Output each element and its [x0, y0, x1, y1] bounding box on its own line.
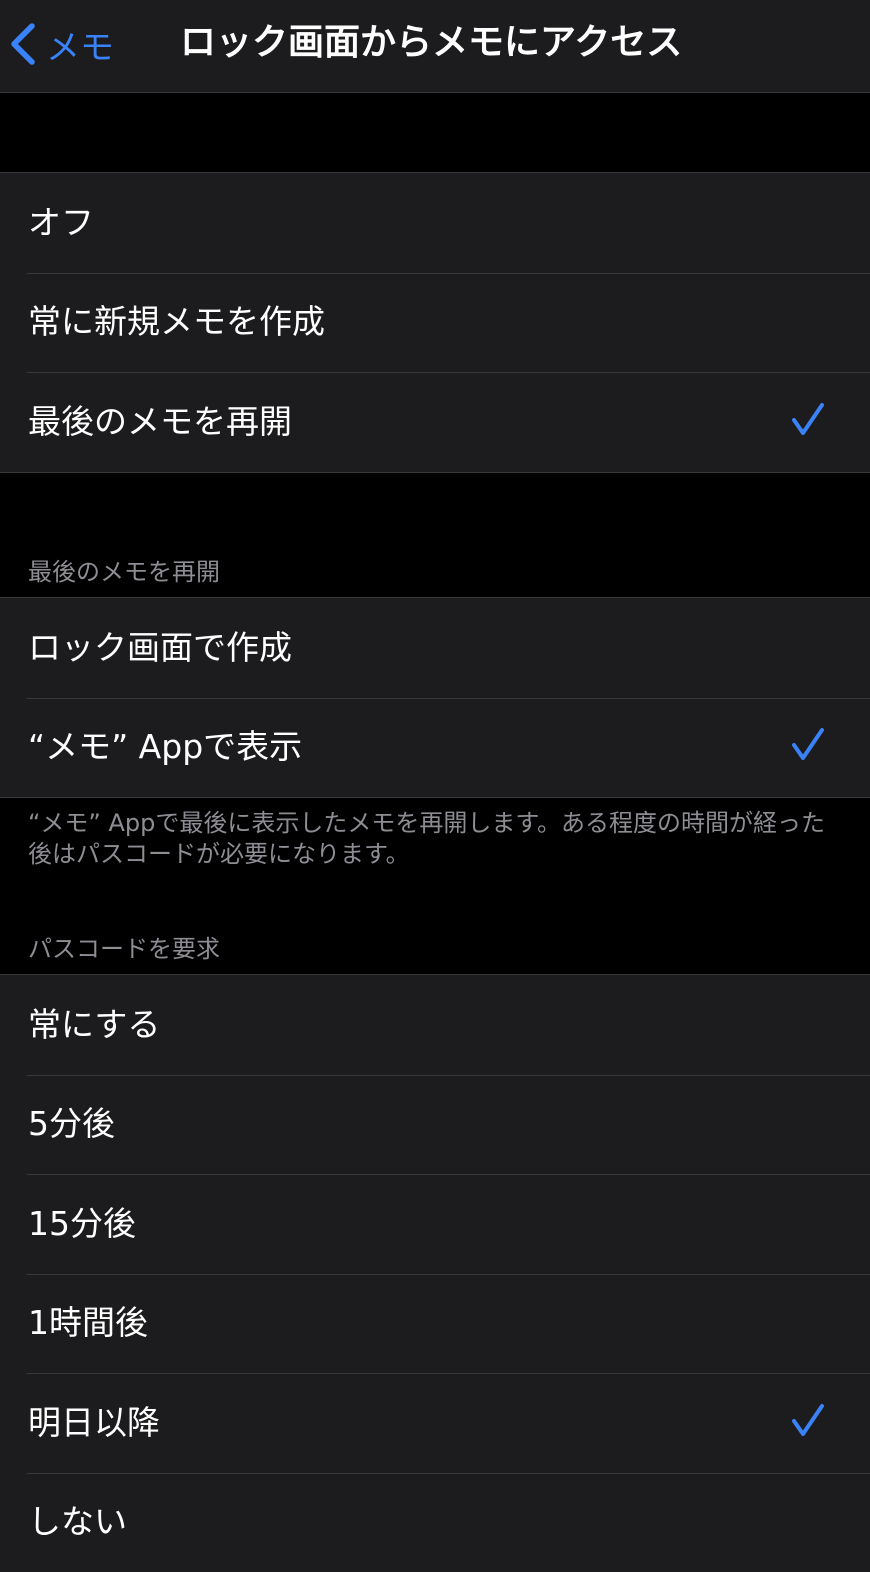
section-header-resume: 最後のメモを再開	[28, 552, 220, 587]
chevron-left-icon	[8, 20, 38, 68]
option-label: 最後のメモを再開	[28, 402, 292, 442]
section-header-passcode: パスコードを要求	[28, 929, 220, 964]
option-view-in-notes-app[interactable]: “メモ” Appで表示	[0, 698, 870, 798]
passcode-options-group: 常にする 5分後 15分後 1時間後 明日以降 しない	[0, 974, 870, 1572]
page-title: ロック画面からメモにアクセス	[180, 18, 682, 68]
option-label: しない	[28, 1502, 127, 1542]
checkmark-icon	[790, 1403, 826, 1443]
back-label: メモ	[46, 20, 114, 69]
option-after-tomorrow[interactable]: 明日以降	[0, 1373, 870, 1473]
option-resume-last-note[interactable]: 最後のメモを再開	[0, 372, 870, 472]
option-label: “メモ” Appで表示	[28, 727, 302, 767]
option-label: 常にする	[28, 1005, 160, 1045]
checkmark-icon	[790, 727, 826, 767]
option-label: 15分後	[28, 1204, 136, 1244]
option-label: オフ	[28, 203, 94, 243]
option-label: 常に新規メモを作成	[28, 302, 325, 342]
option-after-1-hour[interactable]: 1時間後	[0, 1274, 870, 1374]
option-never[interactable]: しない	[0, 1473, 870, 1572]
option-always[interactable]: 常にする	[0, 975, 870, 1075]
navigation-bar: メモ ロック画面からメモにアクセス	[0, 0, 870, 93]
option-after-5-minutes[interactable]: 5分後	[0, 1075, 870, 1175]
option-label: 5分後	[28, 1104, 115, 1144]
option-always-new-note[interactable]: 常に新規メモを作成	[0, 273, 870, 373]
option-label: 明日以降	[28, 1403, 160, 1443]
option-after-15-minutes[interactable]: 15分後	[0, 1174, 870, 1274]
access-options-group: オフ 常に新規メモを作成 最後のメモを再開	[0, 172, 870, 473]
option-off[interactable]: オフ	[0, 173, 870, 273]
option-label: ロック画面で作成	[28, 628, 292, 668]
back-button[interactable]: メモ	[8, 16, 114, 72]
option-label: 1時間後	[28, 1303, 148, 1343]
checkmark-icon	[790, 402, 826, 442]
resume-options-group: ロック画面で作成 “メモ” Appで表示	[0, 597, 870, 798]
section-footer-resume: “メモ” Appで最後に表示したメモを再開します。ある程度の時間が経った後はパス…	[28, 808, 838, 870]
option-create-on-lock-screen[interactable]: ロック画面で作成	[0, 598, 870, 698]
